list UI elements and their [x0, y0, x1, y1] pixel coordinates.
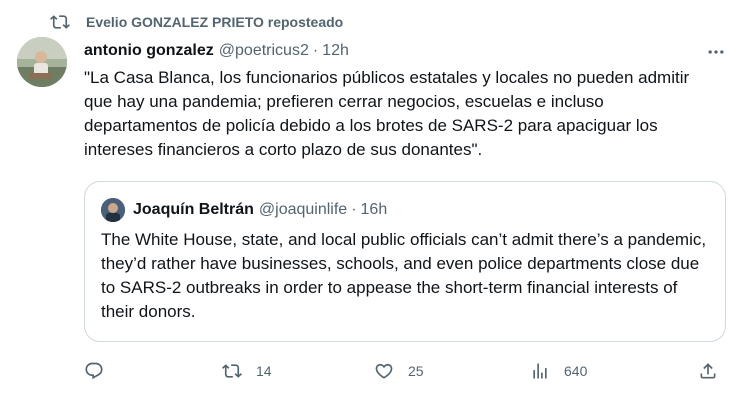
like-count: 25	[408, 363, 424, 379]
action-bar: 14 25 640	[84, 356, 724, 386]
share-button[interactable]	[698, 356, 718, 386]
views-button[interactable]: 640	[530, 356, 587, 386]
heart-icon	[375, 363, 393, 379]
repost-icon	[222, 364, 242, 378]
author-name[interactable]: antonio gonzalez	[84, 42, 214, 60]
repost-count: 14	[256, 363, 272, 379]
quote-text: The White House, state, and local public…	[101, 230, 707, 321]
separator-dot: ·	[312, 42, 319, 59]
views-count: 640	[564, 363, 588, 379]
tweet-text: "La Casa Blanca, los funcionarios públic…	[84, 68, 690, 159]
share-icon	[700, 363, 716, 379]
avatar[interactable]	[17, 37, 67, 87]
views-icon	[533, 363, 547, 379]
repost-button[interactable]: 14	[222, 356, 272, 386]
reply-button[interactable]	[84, 356, 104, 386]
quote-header: Joaquín Beltrán @joaquinlife · 16h	[101, 198, 388, 222]
repost-icon	[50, 12, 70, 32]
quote-separator-dot: ·	[351, 201, 357, 218]
author-handle[interactable]: @poetricus2	[219, 42, 309, 60]
repost-label[interactable]: Evelio GONZALEZ PRIETO reposteado	[86, 14, 343, 30]
more-icon[interactable]	[706, 42, 726, 62]
quote-author-handle: @joaquinlife	[258, 201, 348, 218]
reply-icon	[85, 362, 103, 380]
quote-author-name: Joaquín Beltrán	[133, 201, 254, 218]
quote-time: 16h	[360, 201, 388, 218]
like-button[interactable]: 25	[374, 356, 424, 386]
repost-indicator[interactable]: Evelio GONZALEZ PRIETO reposteado	[50, 11, 343, 33]
quoted-tweet[interactable]: Joaquín Beltrán @joaquinlife · 16h The W…	[84, 181, 726, 342]
tweet-time[interactable]: 12h	[322, 42, 349, 60]
quote-avatar	[101, 198, 125, 222]
tweet-header: antonio gonzalez @poetricus2 · 12h	[84, 39, 349, 63]
